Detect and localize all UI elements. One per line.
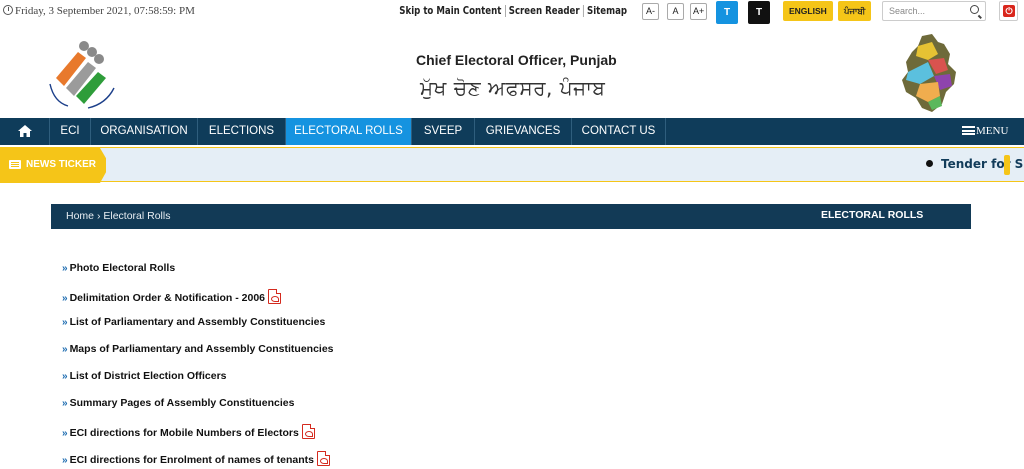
breadcrumb-separator: › — [96, 210, 101, 222]
clock-icon — [3, 5, 13, 15]
nav-electoral-rolls[interactable]: ELECTORAL ROLLS — [286, 118, 412, 145]
font-normal-button[interactable]: A — [667, 3, 684, 20]
search-placeholder: Search... — [889, 6, 926, 16]
chevron-right-icon: » — [62, 371, 68, 382]
nav-elections[interactable]: ELECTIONS — [198, 118, 286, 145]
ticker-scroll-handle[interactable] — [1004, 155, 1010, 175]
link-maps-constituencies[interactable]: » Maps of Parliamentary and Assembly Cons… — [62, 343, 334, 370]
font-increase-button[interactable]: A+ — [690, 3, 708, 20]
news-ticker-label: NEWS TICKER — [0, 148, 106, 183]
search-icon[interactable] — [970, 5, 979, 14]
link-district-election-officers[interactable]: » List of District Election Officers — [62, 370, 334, 397]
link-summary-pages[interactable]: » Summary Pages of Assembly Constituencie… — [62, 397, 334, 424]
nav-organisation[interactable]: ORGANISATION — [91, 118, 198, 145]
sitemap-link[interactable]: Sitemap — [584, 5, 631, 17]
chevron-right-icon: » — [62, 263, 68, 274]
nav-home[interactable] — [0, 118, 50, 145]
breadcrumb: Home › Electoral Rolls — [66, 210, 170, 222]
english-language-button[interactable]: ENGLISH — [783, 1, 833, 21]
link-list-constituencies[interactable]: » List of Parliamentary and Assembly Cons… — [62, 316, 334, 343]
screen-reader-link[interactable]: Screen Reader — [505, 5, 584, 17]
election-commission-logo[interactable] — [44, 34, 120, 110]
theme-light-button[interactable]: T — [716, 1, 738, 24]
bullet-icon — [926, 160, 933, 167]
hamburger-icon — [962, 126, 975, 135]
date-time: Friday, 3 September 2021, 07:58:59: PM — [3, 5, 195, 17]
punjabi-language-button[interactable]: ਪੰਜਾਬੀ — [838, 1, 872, 21]
site-header: Chief Electoral Officer, Punjab ਮੁੱਖ ਚੋਣ… — [0, 26, 1024, 118]
font-decrease-button[interactable]: A- — [642, 3, 659, 20]
skip-to-main-content-link[interactable]: Skip to Main Content — [396, 5, 506, 17]
nav-eci[interactable]: ECI — [50, 118, 91, 145]
nav-grievances[interactable]: GRIEVANCES — [475, 118, 572, 145]
page-title: ELECTORAL ROLLS — [821, 209, 924, 221]
pdf-icon[interactable] — [268, 289, 282, 304]
breadcrumb-current: Electoral Rolls — [103, 210, 171, 222]
chevron-right-icon: » — [62, 293, 68, 304]
link-eci-mobile-numbers[interactable]: » ECI directions for Mobile Numbers of El… — [62, 424, 334, 451]
site-title-english: Chief Electoral Officer, Punjab — [416, 52, 617, 68]
chevron-right-icon: » — [62, 317, 68, 328]
nav-contact-us[interactable]: CONTACT US — [572, 118, 666, 145]
menu-toggle-button[interactable]: MENU — [962, 118, 1008, 145]
main-navigation: ECI ORGANISATION ELECTIONS ELECTORAL ROL… — [0, 118, 1024, 145]
search-input[interactable]: Search... — [882, 1, 986, 21]
theme-dark-button[interactable]: T — [748, 1, 770, 24]
accessibility-links: Skip to Main Content Screen Reader Sitemap — [396, 5, 630, 17]
top-utility-bar: Friday, 3 September 2021, 07:58:59: PM S… — [0, 0, 1024, 26]
nav-sveep[interactable]: SVEEP — [412, 118, 475, 145]
chevron-right-icon: » — [62, 398, 68, 409]
link-delimitation-order[interactable]: » Delimitation Order & Notification - 200… — [62, 289, 334, 316]
power-button[interactable]: ⏻ — [999, 1, 1018, 21]
pdf-icon[interactable] — [317, 451, 331, 466]
chevron-right-icon: » — [62, 455, 68, 466]
link-photo-electoral-rolls[interactable]: » Photo Electoral Rolls — [62, 262, 334, 289]
power-icon: ⏻ — [1003, 5, 1015, 17]
news-ticker: NEWS TICKER Tender for Supl — [0, 147, 1024, 183]
site-title-punjabi: ਮੁੱਖ ਚੋਣ ਅਫਸਰ, ਪੰਜਾਬ — [420, 76, 606, 100]
breadcrumb-home-link[interactable]: Home — [66, 210, 94, 222]
breadcrumb-bar: Home › Electoral Rolls ELECTORAL ROLLS — [51, 204, 971, 229]
chevron-right-icon: » — [62, 344, 68, 355]
electoral-rolls-link-list: » Photo Electoral Rolls » Delimitation Ord… — [62, 262, 334, 469]
pdf-icon[interactable] — [301, 424, 315, 439]
home-icon — [18, 125, 32, 137]
punjab-map-image — [902, 34, 956, 112]
chevron-right-icon: » — [62, 428, 68, 439]
link-eci-tenants-enrolment[interactable]: » ECI directions for Enrolment of names o… — [62, 451, 334, 469]
newspaper-icon — [9, 160, 21, 169]
